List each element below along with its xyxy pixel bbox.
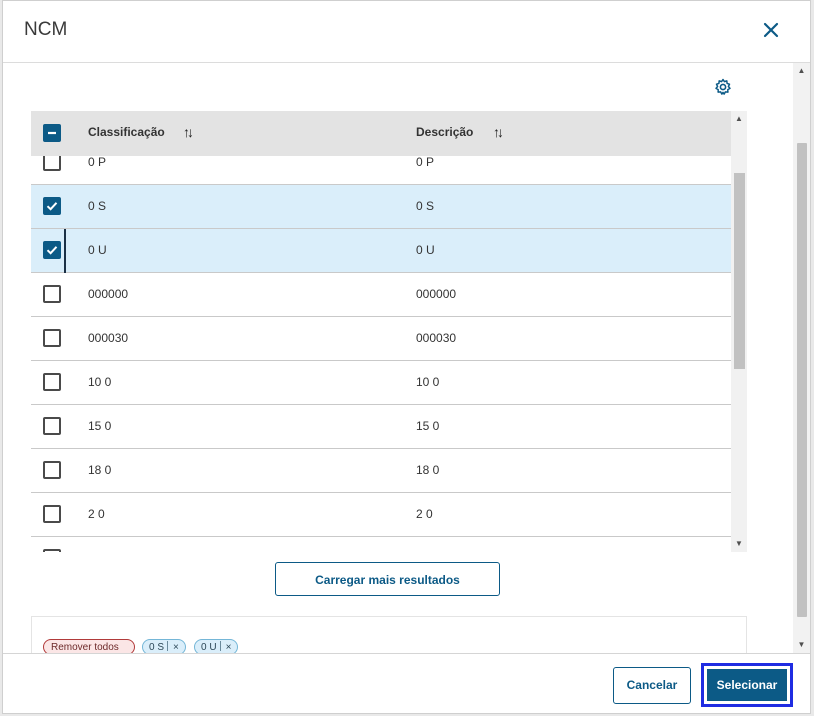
cell-descricao: 18 0 [416,463,440,477]
cell-classificacao: 0 U [88,243,107,257]
cell-classificacao: 15 0 [88,419,112,433]
sort-icon[interactable]: ↑↓ [493,124,504,140]
focus-indicator [64,229,66,273]
dialog-scrollbar[interactable]: ▲ ▼ [793,63,810,653]
cell-descricao: 2 0 [416,507,433,521]
close-icon[interactable] [760,18,782,42]
cell-classificacao: 000000 [88,287,129,301]
row-checkbox[interactable] [43,329,61,347]
scroll-up-arrow-icon[interactable]: ▲ [793,63,810,79]
dialog-body: Classificação ↑↓ Descrição ↑↓ 0 P 0 P 0 … [3,63,793,653]
table-row[interactable]: 10 0 10 0 [31,361,731,405]
table-row[interactable]: 000030 000030 [31,317,731,361]
table-row[interactable]: 0 U 0 U [31,229,731,273]
cell-descricao: 000000 [416,287,457,301]
ncm-dialog: NCM Classificação ↑↓ Descrição ↑↓ 0 P 0 … [2,0,811,714]
scroll-down-arrow-icon[interactable]: ▼ [731,536,747,552]
column-header-classificacao[interactable]: Classificação [88,125,165,139]
remove-all-chip[interactable]: Remover todos [43,639,135,653]
scrollbar-thumb[interactable] [797,143,807,617]
table-row[interactable]: 0 P 0 P [31,156,731,185]
row-checkbox[interactable] [43,461,61,479]
row-checkbox[interactable] [43,417,61,435]
dialog-header: NCM [3,1,810,63]
cell-descricao: 15 0 [416,419,440,433]
table-row[interactable]: 15 0 15 0 [31,405,731,449]
column-header-descricao[interactable]: Descrição [416,125,473,139]
table-row[interactable]: 000000 000000 [31,273,731,317]
dialog-title: NCM [24,19,68,40]
select-button[interactable]: Selecionar [701,663,793,707]
cell-descricao: 0 P [416,156,435,169]
cell-classificacao: 2 0 [88,507,105,521]
chip-separator [219,641,221,651]
selected-items-area: Remover todos 0 S × 0 U × [31,616,747,653]
gear-icon[interactable] [713,77,733,97]
selected-chip-label: 0 S [149,642,165,653]
chip-separator [167,641,169,651]
scrollbar-thumb[interactable] [734,173,745,369]
cell-classificacao: 000030 [88,331,129,345]
remove-chip-icon[interactable]: × [226,642,232,653]
cancel-button[interactable]: Cancelar [613,667,691,704]
table-row[interactable]: 0 S 0 S [31,185,731,229]
cell-classificacao: 0 S [88,199,107,213]
table-header: Classificação ↑↓ Descrição ↑↓ [31,111,731,156]
ncm-table: Classificação ↑↓ Descrição ↑↓ 0 P 0 P 0 … [31,111,747,552]
table-row[interactable]: 18 0 18 0 [31,449,731,493]
cell-descricao: 000030 [416,331,457,345]
row-checkbox[interactable] [43,197,61,215]
selected-chip: 0 U × [194,639,239,653]
cell-classificacao: 0 P [88,156,107,169]
row-checkbox[interactable] [43,241,61,259]
dialog-footer: Cancelar Selecionar [3,653,810,713]
cell-descricao: 0 S [416,199,435,213]
table-row[interactable]: 2 0 2 0 [31,493,731,537]
cell-classificacao: 10 0 [88,375,112,389]
sort-icon[interactable]: ↑↓ [183,124,194,140]
cell-descricao: 10 0 [416,375,440,389]
select-button-label: Selecionar [707,669,787,701]
cell-descricao: 0 U [416,243,435,257]
row-checkbox[interactable] [43,156,61,171]
scroll-up-arrow-icon[interactable]: ▲ [731,111,747,127]
select-all-checkbox[interactable] [43,124,61,142]
selected-chip-label: 0 U [201,642,217,653]
row-checkbox[interactable] [43,373,61,391]
cell-classificacao: 18 0 [88,463,112,477]
table-row[interactable] [31,537,731,552]
selected-chip: 0 S × [142,639,186,653]
row-checkbox[interactable] [43,505,61,523]
row-checkbox[interactable] [43,549,61,552]
load-more-button[interactable]: Carregar mais resultados [275,562,500,596]
remove-chip-icon[interactable]: × [173,642,179,653]
table-scrollbar[interactable]: ▲ ▼ [731,111,747,552]
row-checkbox[interactable] [43,285,61,303]
scroll-down-arrow-icon[interactable]: ▼ [793,637,810,653]
table-body: 0 P 0 P 0 S 0 S 0 U 0 U 000000 000000 00… [31,156,731,552]
